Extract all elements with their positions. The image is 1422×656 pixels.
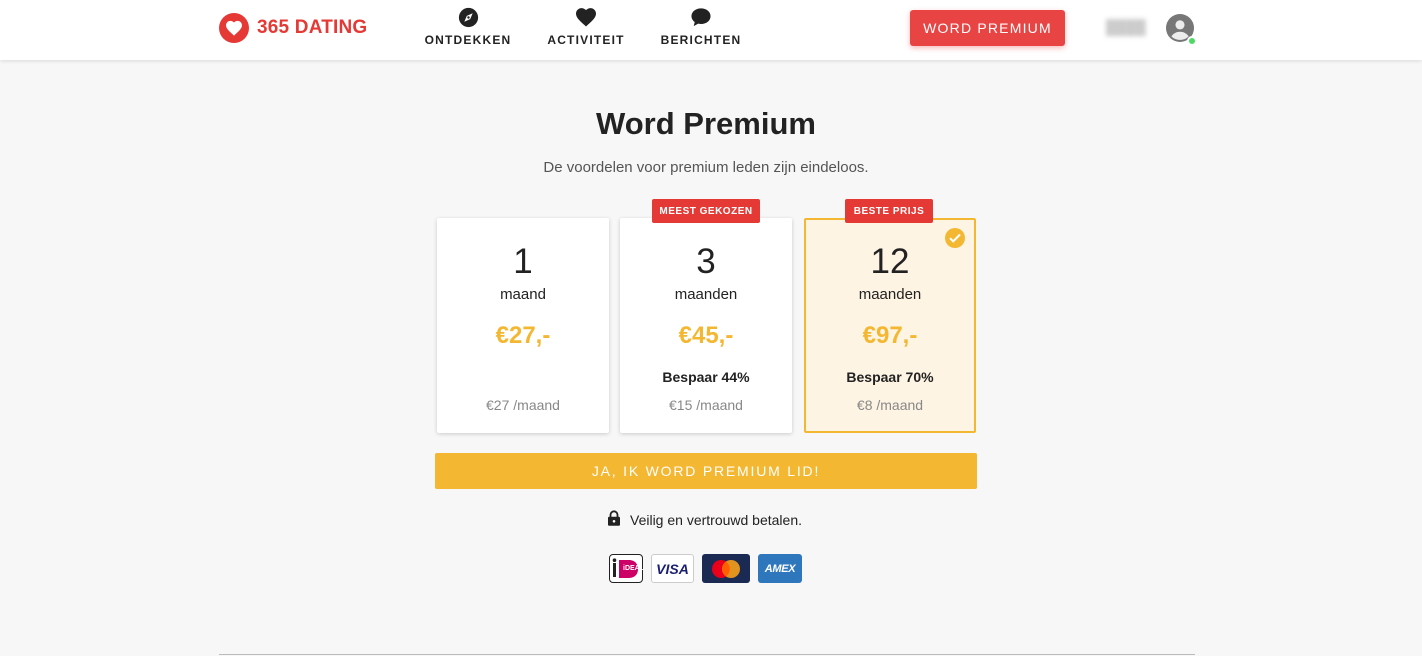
user-name-blurred: ████ (1106, 19, 1146, 35)
plan-duration: 3 (696, 242, 716, 281)
badge-meest-gekozen: MEEST GEKOZEN (652, 199, 760, 223)
plan-unit: maanden (674, 286, 738, 303)
top-navigation-bar: 365 DATING ONTDEKKEN ACTIVITEIT BERICHTE… (0, 0, 1422, 60)
plan-card-12-maanden[interactable]: 12 maanden €97,- Bespaar 70% €8 /maand (804, 218, 976, 433)
page-subtitle: De voordelen voor premium leden zijn ein… (543, 159, 869, 176)
secure-payment-note: Veilig en vertrouwd betalen. (607, 509, 802, 531)
plan-card-1-maand[interactable]: 1 maand €27,- €27 /maand (437, 218, 609, 433)
nav-label: ONTDEKKEN (424, 33, 512, 47)
ideal-logo: iDEAL (609, 554, 644, 583)
nav-label: ACTIVITEIT (547, 33, 625, 47)
nav-item-activiteit[interactable]: ACTIVITEIT (526, 6, 646, 50)
word-premium-button[interactable]: WORD PREMIUM (910, 10, 1065, 46)
brand-name: 365 DATING (257, 17, 368, 38)
selected-check-icon (945, 228, 965, 248)
chat-bubble-icon (690, 6, 712, 28)
plan-duration: 1 (513, 242, 533, 281)
plan-unit: maanden (858, 286, 922, 303)
plan-per-month: €8 /maand (856, 397, 924, 413)
amex-logo: AMEX (758, 554, 802, 583)
nav-item-berichten[interactable]: BERICHTEN (641, 6, 761, 50)
nav-item-ontdekken[interactable]: ONTDEKKEN (408, 6, 528, 50)
mastercard-logo (702, 554, 750, 583)
ideal-text: iDEAL (623, 565, 644, 572)
plan-price: €27,- (495, 322, 551, 349)
plan-savings: Bespaar 70% (846, 369, 934, 385)
plan-card-3-maanden[interactable]: 3 maanden €45,- Bespaar 44% €15 /maand (620, 218, 792, 433)
brand-logo[interactable]: 365 DATING (219, 13, 367, 43)
plan-price: €97,- (862, 322, 918, 349)
plan-per-month: €27 /maand (486, 397, 560, 413)
lock-icon (607, 509, 621, 531)
footer-divider (219, 654, 1195, 655)
heart-icon (575, 6, 597, 28)
visa-text: VISA (656, 560, 689, 577)
plan-unit: maand (500, 286, 546, 303)
become-premium-button[interactable]: JA, IK WORD PREMIUM LID! (435, 453, 977, 489)
amex-text: AMEX (764, 562, 796, 575)
visa-logo: VISA (651, 554, 694, 583)
page-title: Word Premium (596, 106, 816, 141)
plan-price: €45,- (678, 322, 734, 349)
plan-per-month: €15 /maand (669, 397, 743, 413)
online-status-dot (1187, 36, 1197, 46)
plan-savings: Bespaar 44% (662, 369, 750, 385)
plan-duration: 12 (870, 242, 910, 281)
heart-logo-icon (219, 13, 249, 43)
compass-icon (458, 6, 479, 28)
secure-payment-text: Veilig en vertrouwd betalen. (630, 512, 802, 528)
nav-label: BERICHTEN (660, 33, 742, 47)
badge-beste-prijs: BESTE PRIJS (845, 199, 933, 223)
